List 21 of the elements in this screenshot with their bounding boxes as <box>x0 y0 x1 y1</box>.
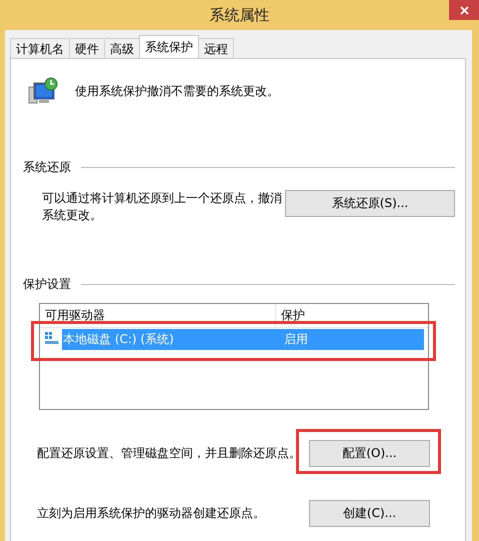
window-title: 系统属性 <box>210 6 270 24</box>
create-description: 立刻为启用系统保护的驱动器创建还原点。 <box>37 505 265 522</box>
drive-name: 本地磁盘 (C:) (系统) <box>62 330 175 348</box>
column-header[interactable]: 可用驱动器 <box>40 307 105 324</box>
drive-icon <box>44 331 60 347</box>
group-title: 系统还原 <box>23 159 71 176</box>
create-button[interactable]: 创建(C)... <box>309 500 430 527</box>
group-title: 保护设置 <box>23 276 71 293</box>
tab[interactable]: 系统保护 <box>139 35 199 58</box>
tab[interactable]: 计算机名 <box>10 38 70 58</box>
close-icon <box>460 6 468 14</box>
configure-description: 配置还原设置、管理磁盘空间，并且删除还原点。 <box>37 445 301 462</box>
system-restore-button[interactable]: 系统还原(S)... <box>285 190 455 217</box>
column-header[interactable]: 保护 <box>276 307 305 324</box>
restore-description: 可以通过将计算机还原到上一个还原点，撤消系统更改。 <box>42 190 283 224</box>
tab[interactable]: 远程 <box>198 38 234 58</box>
close-button[interactable] <box>449 0 479 20</box>
protection-status: 启用 <box>283 330 309 348</box>
intro-text: 使用系统保护撤消不需要的系统更改。 <box>75 82 279 100</box>
tab[interactable]: 硬件 <box>69 38 105 58</box>
configure-button[interactable]: 配置(O)... <box>309 440 430 467</box>
